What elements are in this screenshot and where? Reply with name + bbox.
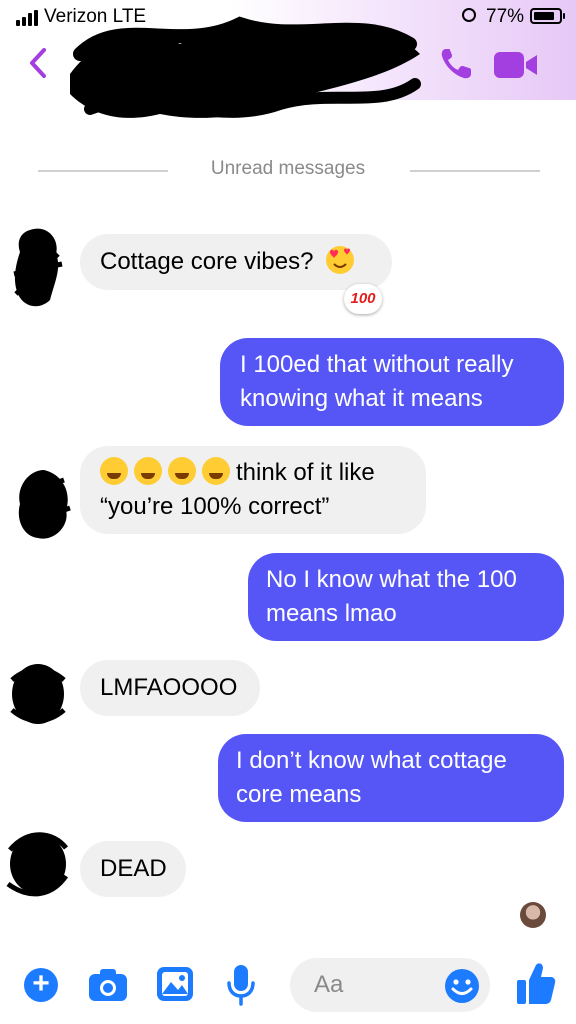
composer-bar: + Aa — [0, 956, 576, 1016]
camera-icon[interactable] — [88, 968, 128, 1002]
tears-of-joy-icon — [202, 457, 230, 485]
message-bubble-incoming[interactable]: think of it like “you’re 100% correct” — [80, 446, 426, 534]
message-bubble-outgoing[interactable]: I don’t know what cottage core means — [218, 734, 564, 822]
signal-icon — [16, 10, 38, 26]
battery-percent: 77% — [486, 6, 525, 27]
redacted-avatar — [6, 832, 69, 897]
message-input-placeholder: Aa — [314, 971, 344, 998]
unread-divider: Unread messages — [0, 158, 576, 184]
chevron-left-icon[interactable] — [24, 46, 54, 80]
tears-of-joy-icon — [100, 457, 128, 485]
redacted-avatar — [10, 664, 66, 724]
microphone-icon[interactable] — [226, 964, 256, 1006]
smiley-icon[interactable] — [444, 968, 480, 1004]
unread-label: Unread messages — [210, 158, 366, 179]
video-icon[interactable] — [494, 52, 538, 78]
tears-of-joy-icon — [168, 457, 196, 485]
reaction-100-badge[interactable]: 100 — [344, 284, 382, 314]
message-bubble-incoming[interactable]: Cottage core vibes? — [80, 234, 392, 290]
redacted-avatar — [18, 470, 71, 539]
tears-of-joy-icon — [134, 457, 162, 485]
thumbs-up-icon[interactable] — [516, 962, 556, 1006]
read-receipt-avatar — [520, 902, 546, 928]
message-bubble-outgoing[interactable]: No I know what the 100 means lmao — [248, 553, 564, 641]
redacted-contact-name — [70, 16, 421, 118]
battery-icon — [530, 8, 565, 24]
phone-icon[interactable] — [438, 46, 474, 82]
message-bubble-incoming[interactable]: LMFAOOOO — [80, 660, 260, 716]
smiling-face-with-hearts-icon — [326, 246, 355, 274]
message-bubble-incoming[interactable]: DEAD — [80, 841, 186, 897]
plus-icon[interactable]: + — [24, 968, 58, 1002]
rotation-lock-icon — [462, 8, 476, 22]
image-icon[interactable] — [156, 966, 194, 1002]
message-bubble-outgoing[interactable]: I 100ed that without really knowing what… — [220, 338, 564, 426]
redacted-avatar — [13, 228, 63, 307]
